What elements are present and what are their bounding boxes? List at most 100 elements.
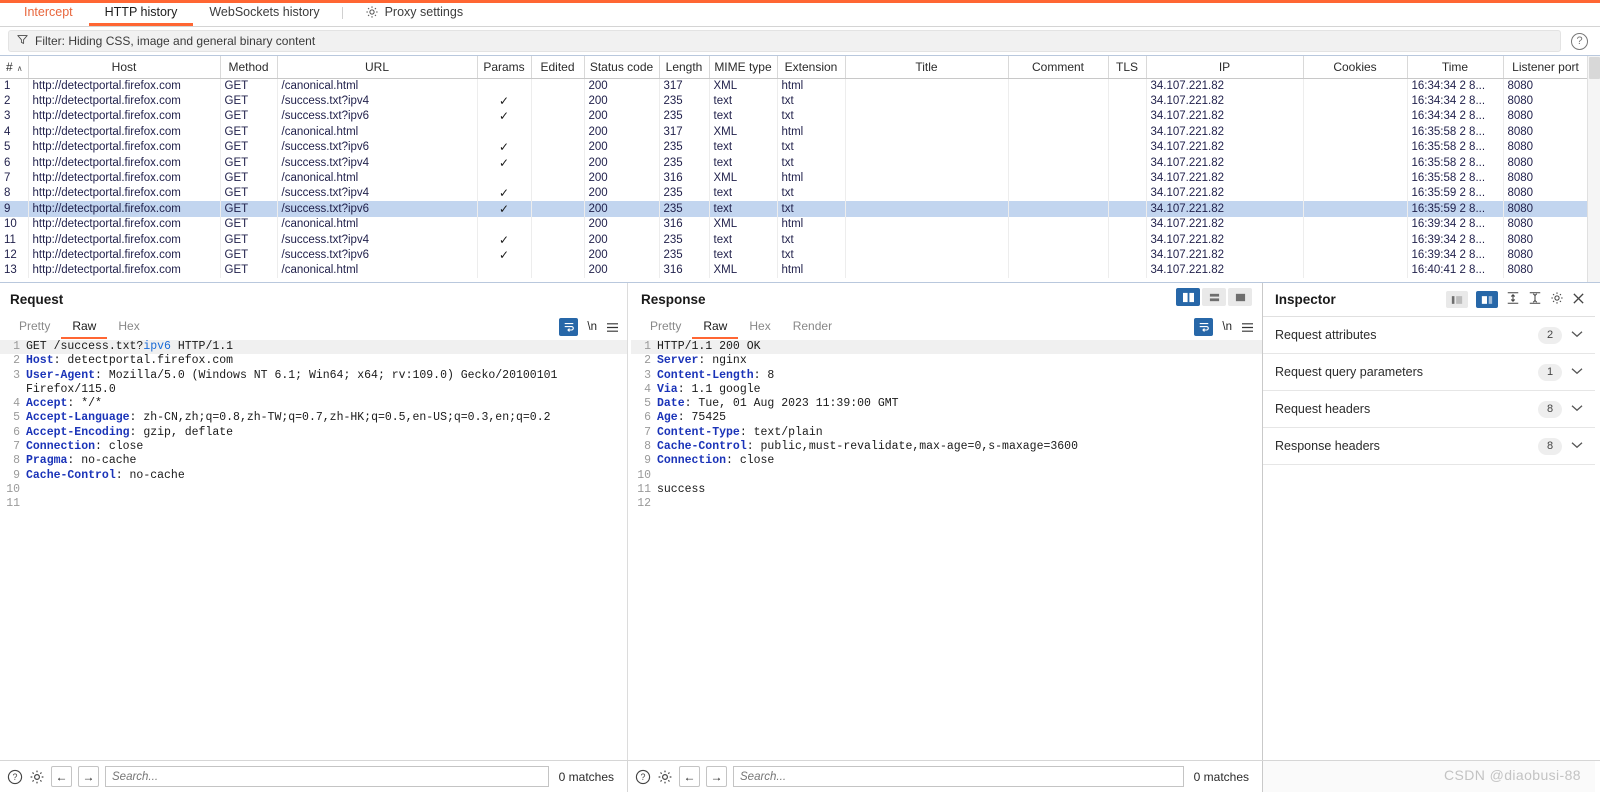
request-tab-pretty[interactable]: Pretty: [8, 315, 61, 339]
inspector-section-request-query-parameters[interactable]: Request query parameters 1: [1263, 354, 1595, 391]
cell-host: http://detectportal.firefox.com: [28, 170, 221, 186]
table-row[interactable]: 10 http://detectportal.firefox.com GET/can…: [0, 216, 1589, 232]
inspector-section-request-attributes[interactable]: Request attributes 2: [1263, 317, 1595, 354]
col-header-mime-type[interactable]: MIME type: [709, 56, 778, 79]
response-line: 3 Content-Length: 8: [631, 369, 1262, 383]
table-row[interactable]: 3 http://detectportal.firefox.com GET/succ…: [0, 108, 1589, 125]
col-header-time[interactable]: Time: [1407, 56, 1504, 79]
cell-tls: [1108, 108, 1147, 125]
table-row[interactable]: 11 http://detectportal.firefox.com GET/suc…: [0, 231, 1589, 248]
cell-time: 16:35:58 2 8...: [1407, 124, 1504, 140]
header-name: Connection: [26, 440, 96, 454]
response-menu-icon[interactable]: [1241, 322, 1254, 333]
table-row[interactable]: 2 http://detectportal.firefox.com GET/succ…: [0, 93, 1589, 109]
request-line-text: Cache-Control: no-cache: [26, 468, 185, 482]
collapse-all-icon[interactable]: [1528, 291, 1542, 308]
table-row[interactable]: 5 http://detectportal.firefox.com GET/succ…: [0, 139, 1589, 155]
help-circle-icon[interactable]: ?: [1571, 32, 1588, 50]
tab-http-history[interactable]: HTTP history: [88, 0, 194, 26]
cell-title: [845, 247, 1009, 263]
request-menu-icon[interactable]: [606, 322, 619, 333]
col-header-method[interactable]: Method: [220, 56, 278, 79]
col-header-tls[interactable]: TLS: [1108, 56, 1147, 79]
col-header-host[interactable]: Host: [28, 56, 221, 79]
tab-intercept[interactable]: Intercept: [8, 0, 89, 26]
col-header-edited[interactable]: Edited: [531, 56, 585, 79]
response-tab-render[interactable]: Render: [782, 315, 843, 339]
inspector-dock-left-button[interactable]: [1446, 291, 1468, 308]
expand-all-icon[interactable]: [1506, 291, 1520, 308]
tab-proxy-settings[interactable]: Proxy settings: [349, 0, 480, 26]
cell-edited: [531, 154, 585, 171]
word-wrap-icon[interactable]: [1194, 318, 1214, 336]
search-previous-button[interactable]: ←: [51, 766, 72, 787]
col-header-length[interactable]: Length: [659, 56, 710, 79]
inspector-dock-right-button[interactable]: [1476, 291, 1498, 308]
col-header-extension[interactable]: Extension: [777, 56, 846, 79]
chevron-down-icon[interactable]: [1571, 366, 1583, 378]
table-row[interactable]: 12 http://detectportal.firefox.com GET/suc…: [0, 247, 1589, 263]
request-tab-raw[interactable]: Raw: [61, 315, 108, 339]
cell-status: 200: [584, 185, 660, 202]
inspector-section-label: Request headers: [1275, 402, 1371, 416]
search-previous-button[interactable]: ←: [679, 766, 700, 787]
layout-stacked-button[interactable]: [1202, 288, 1226, 306]
col-header-url[interactable]: URL: [277, 56, 478, 79]
search-next-button[interactable]: →: [78, 766, 99, 787]
response-tab-raw[interactable]: Raw: [692, 315, 739, 339]
chevron-down-icon[interactable]: [1571, 403, 1583, 415]
help-circle-icon[interactable]: ?: [7, 769, 23, 785]
table-row[interactable]: 13 http://detectportal.firefox.com GET/can…: [0, 262, 1589, 279]
inspector-settings-icon[interactable]: [1550, 291, 1564, 308]
table-row[interactable]: 8 http://detectportal.firefox.com GET/succ…: [0, 185, 1589, 202]
tab-websockets-history[interactable]: WebSockets history: [193, 0, 335, 26]
layout-side-by-side-button[interactable]: [1176, 288, 1200, 306]
table-row[interactable]: 9 http://detectportal.firefox.com GET/succ…: [0, 201, 1589, 217]
word-wrap-icon[interactable]: [559, 318, 579, 336]
col-header-listener-port[interactable]: Listener port: [1503, 56, 1589, 79]
request-code-viewer[interactable]: 1 GET /success.txt?ipv6 HTTP/1.1 2 Host: de…: [0, 339, 627, 760]
gear-icon[interactable]: [29, 769, 45, 785]
table-row[interactable]: 1 http://detectportal.firefox.com GET/cano…: [0, 78, 1589, 94]
close-icon[interactable]: [1572, 292, 1585, 308]
request-tab-hex[interactable]: Hex: [107, 315, 150, 339]
response-line-text: Connection: close: [657, 454, 775, 468]
search-next-button[interactable]: →: [706, 766, 727, 787]
chevron-down-icon[interactable]: [1571, 440, 1583, 452]
newline-toggle[interactable]: \n: [587, 321, 597, 333]
inspector-section-count: 1: [1538, 363, 1562, 381]
col-header-ip[interactable]: IP: [1146, 56, 1304, 79]
inspector-section-request-headers[interactable]: Request headers 8: [1263, 391, 1595, 428]
request-line: 1 GET /success.txt?ipv6 HTTP/1.1: [0, 340, 627, 355]
col-header-status-code[interactable]: Status code: [584, 56, 660, 79]
table-row[interactable]: 6 http://detectportal.firefox.com GET/succ…: [0, 154, 1589, 171]
newline-toggle[interactable]: \n: [1222, 321, 1232, 333]
inspector-section-response-headers[interactable]: Response headers 8: [1263, 428, 1595, 465]
query-param-highlight: ipv6: [143, 340, 171, 353]
response-code-viewer[interactable]: 1 HTTP/1.1 200 OK 2 Server: nginx 3 Content-L…: [631, 339, 1262, 760]
gear-icon[interactable]: [657, 769, 673, 785]
chevron-down-icon[interactable]: [1571, 329, 1583, 341]
cell-length: 316: [659, 170, 710, 186]
response-search-input[interactable]: [733, 766, 1184, 787]
table-row[interactable]: 7 http://detectportal.firefox.com GET/cano…: [0, 170, 1589, 186]
response-tab-pretty[interactable]: Pretty: [639, 315, 692, 339]
header-name: Server: [657, 354, 699, 368]
help-circle-icon[interactable]: ?: [635, 769, 651, 785]
table-row[interactable]: 4 http://detectportal.firefox.com GET/cano…: [0, 124, 1589, 140]
col-header-num[interactable]: # ∧: [0, 56, 29, 79]
col-header-title[interactable]: Title: [845, 56, 1009, 79]
line-number: 7: [13, 440, 20, 454]
col-header-params[interactable]: Params: [477, 56, 532, 79]
table-vertical-scrollbar[interactable]: [1587, 56, 1600, 282]
response-line: 11 success: [631, 483, 1262, 497]
cell-host: http://detectportal.firefox.com: [28, 231, 221, 248]
request-search-input[interactable]: [105, 766, 549, 787]
filter-button[interactable]: Filter: Hiding CSS, image and general bi…: [8, 30, 1561, 52]
response-tab-hex[interactable]: Hex: [738, 315, 781, 339]
col-header-comment[interactable]: Comment: [1008, 56, 1109, 79]
layout-single-button[interactable]: [1228, 288, 1252, 306]
scrollbar-thumb[interactable]: [1589, 57, 1600, 79]
col-header-cookies[interactable]: Cookies: [1303, 56, 1408, 79]
cell-length: 235: [659, 185, 710, 202]
